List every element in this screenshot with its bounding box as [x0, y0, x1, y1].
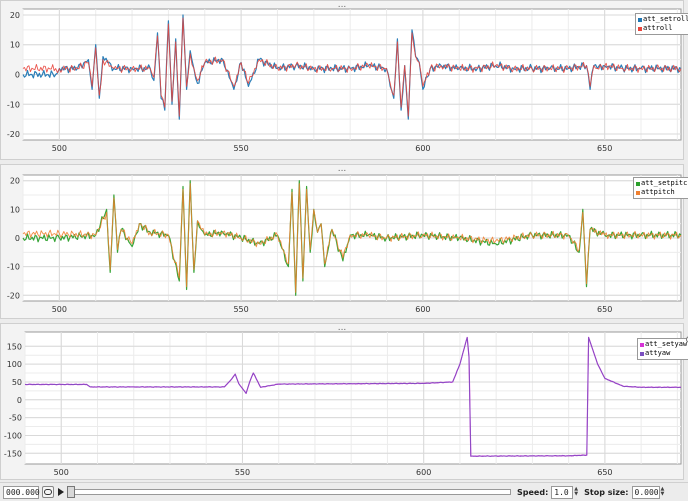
x-tick-label: 500 [52, 144, 67, 153]
y-tick-label: 50 [12, 378, 22, 387]
y-tick-label: -20 [7, 291, 20, 300]
speed-input[interactable]: 1.0 [551, 485, 574, 499]
legend-label: attroll [643, 24, 673, 32]
y-tick-label: -150 [4, 449, 22, 458]
legend-label: attpitch [641, 188, 675, 196]
x-tick-label: 650 [597, 144, 612, 153]
step-size-input[interactable]: 0.000 [631, 485, 660, 499]
y-tick-label: -20 [7, 130, 20, 139]
y-tick-label: -50 [9, 414, 22, 423]
speed-spinbox[interactable]: 1.0 ▲ ▼ [551, 485, 578, 499]
legend-swatch [640, 351, 644, 356]
x-tick-label: 600 [415, 144, 430, 153]
legend-swatch [640, 342, 644, 347]
x-tick-label: 550 [233, 305, 248, 314]
y-tick-label: 0 [15, 71, 20, 80]
roll-chart-panel: ... 500 550 600 650 20 10 0 -10 -20 att_setroll … [0, 0, 688, 161]
y-tick-label: 10 [10, 41, 20, 50]
roll-legend[interactable]: att_setroll attroll [635, 13, 688, 35]
y-tick-label: 0 [17, 396, 22, 405]
y-tick-label: 20 [10, 11, 20, 20]
x-tick-label: 650 [597, 305, 612, 314]
step-size-spinbox[interactable]: 0.000 ▲ ▼ [631, 485, 665, 499]
time-input[interactable]: 000.000 [3, 485, 40, 499]
spin-arrows-icon[interactable]: ▲ ▼ [661, 487, 665, 497]
legend-label: att_setyaw [645, 340, 688, 348]
speed-label: Speed: [517, 487, 549, 497]
spin-arrows-icon[interactable]: ▲ ▼ [574, 487, 578, 497]
pitch-chart-panel: ... 500 550 600 650 20 10 0 -10 -20 att_setpitch… [0, 164, 688, 320]
legend-swatch [636, 190, 640, 195]
y-tick-label: -100 [4, 431, 22, 440]
x-tick-label: 500 [54, 468, 69, 477]
y-tick-label: 0 [15, 234, 20, 243]
pitch-chart[interactable]: 500 550 600 650 20 10 0 -10 -20 [1, 165, 685, 320]
x-tick-label: 600 [415, 305, 430, 314]
slider-thumb[interactable] [67, 486, 75, 498]
y-tick-label: 150 [7, 342, 22, 351]
playback-toolbar: 000.000 Speed: 1.0 ▲ ▼ Stop size: 0.000 ▲ ▼ [0, 482, 688, 501]
step-size-label: Stop size: [584, 487, 629, 497]
legend-swatch [638, 26, 642, 31]
x-tick-label: 500 [52, 305, 67, 314]
roll-chart[interactable]: 500 550 600 650 20 10 0 -10 -20 [1, 1, 685, 161]
y-tick-label: 10 [10, 205, 20, 214]
x-tick-label: 550 [233, 144, 248, 153]
y-tick-label: 20 [10, 177, 20, 186]
y-tick-label: -10 [7, 100, 20, 109]
pitch-legend[interactable]: att_setpitch attpitch [633, 177, 688, 199]
play-icon[interactable] [57, 487, 65, 497]
y-tick-label: 100 [7, 360, 22, 369]
legend-swatch [638, 17, 642, 22]
time-slider[interactable] [67, 486, 511, 498]
y-tick-label: -10 [7, 263, 20, 272]
yaw-chart[interactable]: 500 550 600 650150100500-50-100-150 [1, 324, 685, 481]
x-tick-label: 550 [235, 468, 250, 477]
legend-swatch [636, 181, 640, 186]
yaw-legend[interactable]: att_setyaw attyaw [637, 336, 688, 360]
legend-label: attyaw [645, 349, 671, 357]
x-tick-label: 650 [597, 468, 612, 477]
legend-label: att_setpitch [641, 179, 688, 187]
x-tick-label: 600 [416, 468, 431, 477]
loop-icon[interactable] [42, 486, 54, 498]
yaw-chart-panel: ... 500 550 600 650 150 100 50 0 -50 -100 -150 att… [0, 323, 688, 481]
legend-label: att_setroll [643, 15, 688, 23]
